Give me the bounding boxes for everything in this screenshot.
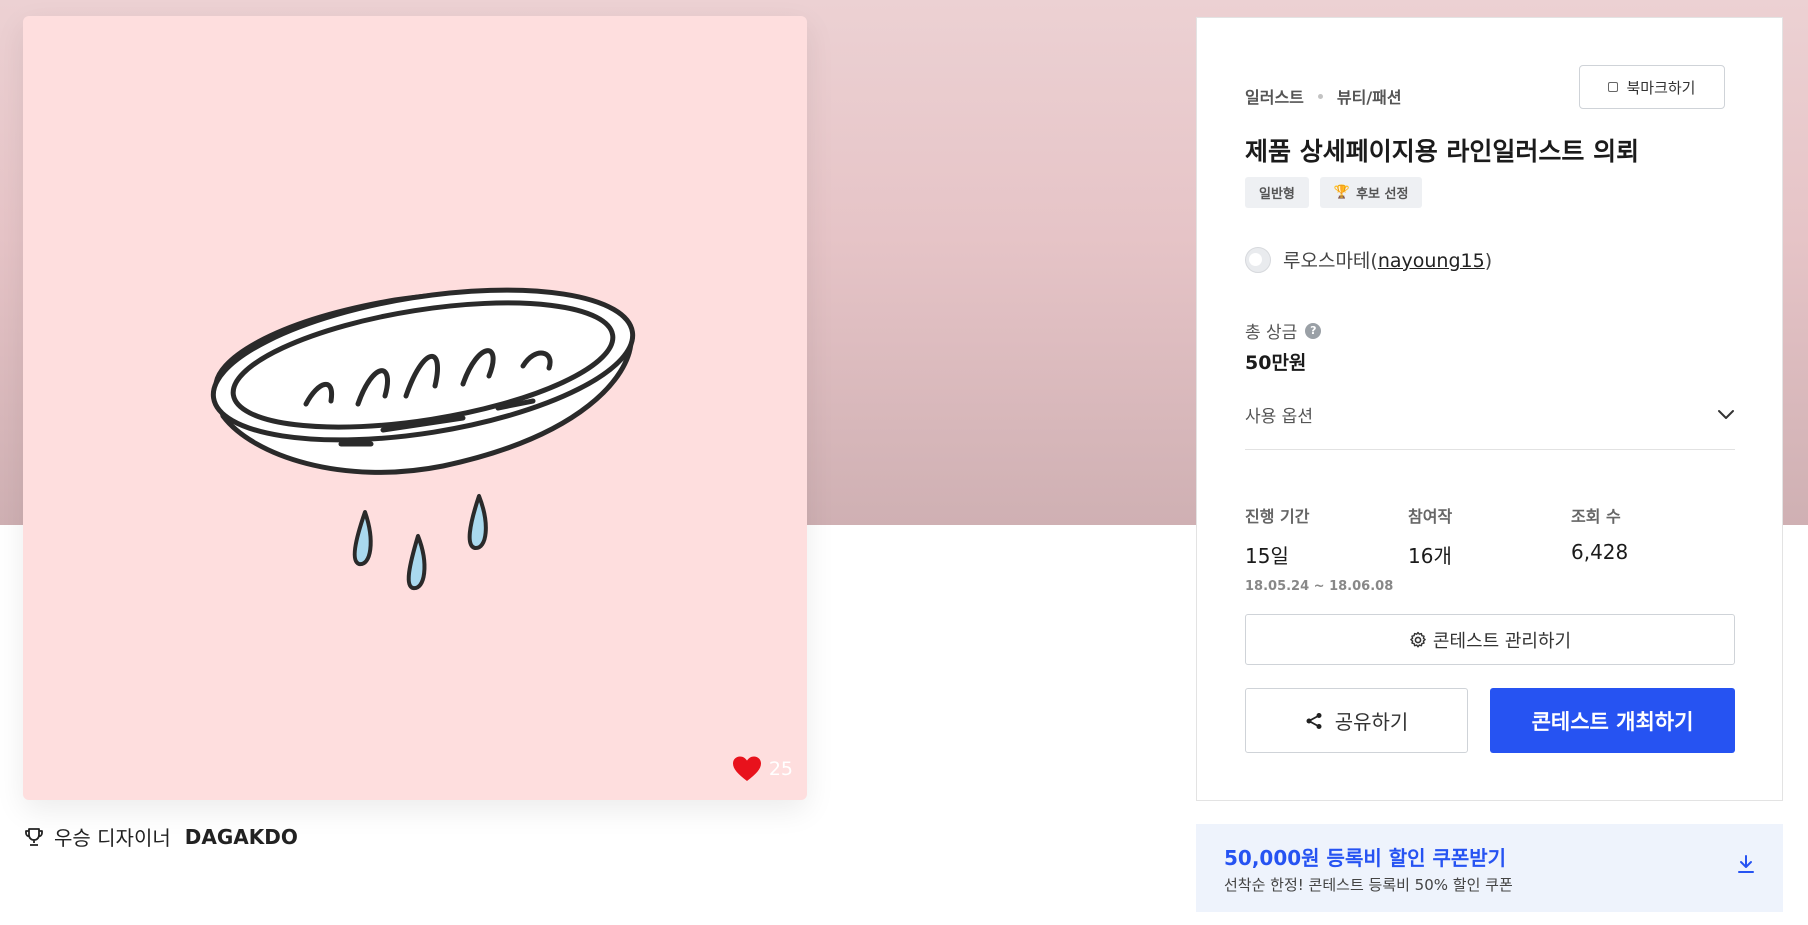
stat-views: 조회 수 6,428 xyxy=(1571,503,1734,594)
artwork-image[interactable]: 25 xyxy=(23,16,807,800)
breadcrumb-category[interactable]: 일러스트 xyxy=(1245,84,1304,108)
trophy-icon xyxy=(25,827,43,846)
share-button[interactable]: 공유하기 xyxy=(1245,688,1468,753)
contest-stats: 진행 기간 15일 18.05.24 ~ 18.06.08 참여작 16개 조회… xyxy=(1245,503,1735,594)
like-count[interactable]: 25 xyxy=(732,756,793,782)
stat-duration-value: 15일 xyxy=(1245,544,1289,568)
like-count-value: 25 xyxy=(768,758,793,780)
download-icon[interactable] xyxy=(1737,854,1755,874)
winner-designer: 우승 디자이너 DAGAKDO xyxy=(24,822,298,851)
bookmark-label: 북마크하기 xyxy=(1626,78,1696,97)
badge-candidate: 🏆 후보 선정 xyxy=(1319,177,1423,208)
gear-icon xyxy=(1410,631,1426,647)
client-id-open: ( xyxy=(1370,250,1378,272)
contest-title: 제품 상세페이지용 라인일러스트 의뢰 xyxy=(1245,137,1640,166)
bookmark-button[interactable]: 북마크하기 xyxy=(1579,65,1725,109)
stat-views-label: 조회 수 xyxy=(1571,507,1621,526)
prize-label-row: 총 상금 ? xyxy=(1245,318,1322,343)
host-contest-button[interactable]: 콘테스트 개최하기 xyxy=(1490,688,1735,753)
trophy-icon: 🏆 xyxy=(1333,185,1351,200)
stat-duration-label: 진행 기간 xyxy=(1245,507,1310,526)
stat-duration: 진행 기간 15일 18.05.24 ~ 18.06.08 xyxy=(1245,503,1408,594)
stat-entries-label: 참여작 xyxy=(1408,507,1453,526)
help-icon[interactable]: ? xyxy=(1305,322,1322,339)
client-id-link[interactable]: nayoung15 xyxy=(1378,250,1485,272)
badge-candidate-label: 후보 선정 xyxy=(1356,187,1409,202)
client-info: 루오스마테(nayoung15) xyxy=(1245,246,1492,273)
badge-type-label: 일반형 xyxy=(1259,187,1295,202)
share-icon xyxy=(1306,712,1322,729)
avatar xyxy=(1245,246,1271,273)
stat-views-value: 6,428 xyxy=(1571,540,1629,564)
client-id-close: ) xyxy=(1484,250,1493,272)
chevron-down-icon xyxy=(1718,409,1734,419)
prize-value: 50만원 xyxy=(1245,352,1307,374)
breadcrumb-subcategory[interactable]: 뷰티/패션 xyxy=(1337,84,1402,108)
stat-entries-value: 16개 xyxy=(1408,544,1452,568)
prize-label: 총 상금 xyxy=(1245,323,1298,343)
badge-type: 일반형 xyxy=(1245,177,1309,208)
breadcrumb-separator xyxy=(1317,93,1323,99)
manage-contest-label: 콘테스트 관리하기 xyxy=(1432,630,1572,652)
divider xyxy=(1245,449,1735,450)
stat-duration-dates: 18.05.24 ~ 18.06.08 xyxy=(1245,579,1394,594)
breadcrumb: 일러스트 뷰티/패션 xyxy=(1245,84,1402,108)
host-contest-label: 콘테스트 개최하기 xyxy=(1531,709,1694,734)
stat-entries: 참여작 16개 xyxy=(1408,503,1571,594)
badge-list: 일반형 🏆 후보 선정 xyxy=(1245,177,1423,208)
coupon-title: 50,000원 등록비 할인 쿠폰받기 xyxy=(1224,846,1507,870)
bookmark-icon xyxy=(1608,82,1619,92)
winner-label: 우승 디자이너 xyxy=(54,826,171,850)
heart-icon xyxy=(732,756,761,781)
contest-info-card: 북마크하기 일러스트 뷰티/패션 제품 상세페이지용 라인일러스트 의뢰 일반형… xyxy=(1196,17,1783,801)
client-name: 루오스마테 xyxy=(1283,250,1371,272)
usage-option-toggle[interactable]: 사용 옵션 xyxy=(1245,402,1735,427)
winner-name[interactable]: DAGAKDO xyxy=(185,825,298,849)
coupon-subtitle: 선착순 한정! 콘테스트 등록비 50% 할인 쿠폰 xyxy=(1224,876,1513,894)
share-label: 공유하기 xyxy=(1334,710,1409,734)
soap-dish-illustration xyxy=(210,287,636,590)
manage-contest-button[interactable]: 콘테스트 관리하기 xyxy=(1245,614,1735,665)
usage-option-label: 사용 옵션 xyxy=(1245,407,1313,427)
coupon-banner[interactable]: 50,000원 등록비 할인 쿠폰받기 선착순 한정! 콘테스트 등록비 50%… xyxy=(1196,824,1783,912)
